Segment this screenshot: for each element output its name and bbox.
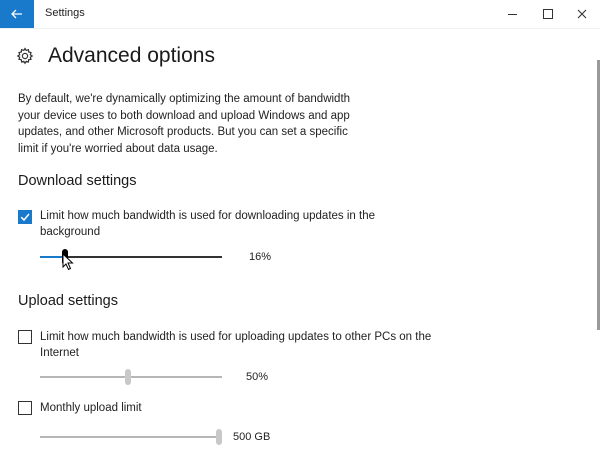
monthly-upload-slider[interactable] [40, 427, 222, 447]
page-title: Advanced options [48, 44, 215, 67]
slider-track [40, 376, 222, 378]
title-bar: Settings [0, 0, 600, 29]
close-button[interactable] [565, 0, 599, 28]
close-icon [577, 9, 587, 19]
slider-track [40, 436, 222, 438]
upload-bandwidth-slider[interactable] [40, 367, 222, 387]
upload-limit-label[interactable]: Limit how much bandwidth is used for upl… [40, 329, 440, 361]
slider-thumb[interactable] [125, 369, 131, 385]
mouse-cursor-icon [62, 253, 74, 271]
upload-settings-heading: Upload settings [18, 293, 118, 309]
maximize-button[interactable] [531, 0, 565, 28]
gear-icon [16, 47, 34, 65]
download-settings-heading: Download settings [18, 173, 137, 189]
download-limit-checkbox[interactable] [18, 210, 32, 224]
download-slider-value: 16% [249, 251, 272, 263]
slider-fill [40, 256, 64, 258]
maximize-icon [543, 9, 553, 19]
window-title: Settings [45, 7, 85, 19]
page-header: Advanced options [16, 40, 215, 72]
monthly-upload-limit-checkbox[interactable] [18, 401, 32, 415]
minimize-icon [507, 13, 517, 15]
upload-slider-value: 50% [246, 371, 269, 383]
monthly-upload-slider-value: 500 GB [233, 431, 271, 443]
monthly-upload-limit-label[interactable]: Monthly upload limit [40, 400, 340, 416]
description-text: By default, we're dynamically optimizing… [18, 93, 351, 155]
back-button[interactable] [0, 0, 34, 28]
minimize-button[interactable] [495, 0, 529, 28]
back-arrow-icon [11, 9, 22, 19]
upload-limit-checkbox[interactable] [18, 330, 32, 344]
download-limit-label[interactable]: Limit how much bandwidth is used for dow… [40, 208, 390, 240]
checkmark-icon [20, 213, 30, 222]
slider-thumb[interactable] [216, 429, 222, 445]
